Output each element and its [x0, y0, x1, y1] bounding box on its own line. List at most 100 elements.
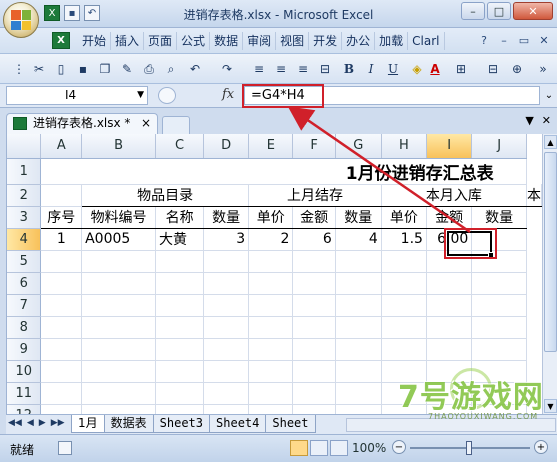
fill-color-icon[interactable]: ◈ — [408, 60, 426, 78]
scroll-up-icon[interactable]: ▲ — [544, 135, 557, 149]
select-all-corner[interactable] — [7, 134, 42, 159]
new-workbook-tab[interactable] — [162, 116, 190, 134]
column-header-f[interactable]: F — [292, 134, 336, 159]
underline-icon[interactable]: U — [384, 60, 402, 78]
cell[interactable] — [155, 272, 205, 295]
cell[interactable] — [81, 272, 157, 295]
font-color-icon[interactable]: A — [426, 60, 444, 78]
save-toolbar-icon[interactable]: ▪ — [74, 60, 92, 78]
cell-b1[interactable] — [81, 158, 156, 185]
cell-b4[interactable]: A0005 — [81, 228, 157, 251]
cell[interactable] — [155, 404, 205, 414]
cell[interactable] — [248, 404, 294, 414]
cell[interactable] — [155, 338, 205, 361]
cell[interactable] — [203, 360, 250, 383]
row-header-5[interactable]: 5 — [7, 250, 42, 273]
row-header-6[interactable]: 6 — [7, 272, 42, 295]
cell[interactable] — [381, 382, 427, 405]
page-layout-view-icon[interactable] — [310, 440, 328, 456]
insert-function-icon[interactable]: fx — [222, 87, 234, 102]
office-button[interactable] — [3, 2, 39, 38]
cell[interactable] — [81, 360, 157, 383]
header-qty-next[interactable]: 数量 — [471, 206, 527, 229]
header-price-last[interactable]: 单价 — [248, 206, 294, 229]
group-this-month-in[interactable]: 本月入库 — [381, 184, 528, 207]
print-preview-icon[interactable]: ⌕ — [162, 60, 180, 78]
tab-insert[interactable]: 插入 — [111, 32, 145, 50]
tab-office[interactable]: 办公 — [342, 32, 376, 50]
cell[interactable] — [40, 382, 83, 405]
tab-home[interactable]: 开始 — [78, 32, 112, 50]
sheet-tab-sheet5[interactable]: Sheet — [265, 415, 316, 433]
formula-expand-icon[interactable]: ⌄ — [543, 87, 555, 104]
cell[interactable] — [203, 272, 250, 295]
borders-icon[interactable]: ⊞ — [452, 60, 470, 78]
bold-icon[interactable]: B — [340, 60, 358, 78]
ribbon-minimize-icon[interactable]: – — [497, 33, 511, 47]
header-seq[interactable]: 序号 — [40, 206, 83, 229]
insert-icon[interactable]: ⊕ — [508, 60, 526, 78]
cell-a2[interactable] — [40, 184, 83, 207]
page-break-view-icon[interactable] — [330, 440, 348, 456]
cell[interactable] — [471, 338, 527, 361]
row-header-8[interactable]: 8 — [7, 316, 42, 339]
cell[interactable] — [426, 294, 473, 317]
cell[interactable] — [426, 360, 473, 383]
group-material-directory[interactable]: 物品目录 — [81, 184, 250, 207]
cell[interactable] — [292, 294, 336, 317]
cell-d1[interactable] — [203, 158, 249, 185]
cell[interactable] — [471, 360, 527, 383]
row-header-4[interactable]: 4 — [7, 228, 42, 251]
cell[interactable] — [155, 316, 205, 339]
row-header-7[interactable]: 7 — [7, 294, 42, 317]
cell[interactable] — [471, 250, 527, 273]
cell[interactable] — [335, 250, 382, 273]
cell[interactable] — [248, 272, 294, 295]
cell[interactable] — [203, 338, 250, 361]
horizontal-scrollbar[interactable] — [346, 418, 556, 432]
sheet-tab-sheet3[interactable]: Sheet3 — [152, 415, 211, 433]
cell[interactable] — [292, 316, 336, 339]
cell[interactable] — [471, 404, 527, 414]
cell-j4[interactable] — [471, 228, 527, 251]
cell[interactable] — [292, 404, 336, 414]
tab-data[interactable]: 数据 — [210, 32, 244, 50]
cell[interactable] — [248, 316, 294, 339]
copy-icon[interactable]: ❐ — [96, 60, 114, 78]
sheet-tab-jan[interactable]: 1月 — [71, 415, 105, 433]
cell[interactable] — [335, 272, 382, 295]
tab-addins[interactable]: 加载 — [375, 32, 409, 50]
cell[interactable] — [248, 360, 294, 383]
vertical-scrollbar[interactable]: ▲ ▼ — [542, 134, 557, 414]
align-left-icon[interactable]: ≡ — [250, 60, 268, 78]
align-center-icon[interactable]: ≡ — [272, 60, 290, 78]
cell[interactable] — [381, 250, 427, 273]
undo-toolbar-icon[interactable]: ↶ — [186, 60, 204, 78]
cell[interactable] — [335, 338, 382, 361]
cell[interactable] — [248, 338, 294, 361]
cell[interactable] — [248, 250, 294, 273]
cell[interactable] — [248, 294, 294, 317]
cell[interactable] — [381, 404, 427, 414]
header-code[interactable]: 物料编号 — [81, 206, 157, 229]
new-icon[interactable]: ▯ — [52, 60, 70, 78]
row-header-1[interactable]: 1 — [7, 158, 42, 185]
row-header-3[interactable]: 3 — [7, 206, 42, 229]
group-next-partial[interactable]: 本 — [526, 184, 542, 207]
cell[interactable] — [203, 316, 250, 339]
header-amount-in[interactable]: 金额 — [426, 206, 473, 229]
cell[interactable] — [155, 382, 205, 405]
cell-a1[interactable] — [40, 158, 82, 185]
sheet-tab-sheet4[interactable]: Sheet4 — [209, 415, 267, 433]
cut-icon[interactable]: ✂ — [30, 60, 48, 78]
help-icon[interactable]: ? — [477, 33, 491, 47]
cell[interactable] — [81, 294, 157, 317]
ribbon-restore-icon[interactable]: ▭ — [517, 33, 531, 47]
first-sheet-icon[interactable]: ◀◀ — [8, 418, 22, 428]
tab-developer[interactable]: 开发 — [309, 32, 343, 50]
chevron-down-icon[interactable]: ▼ — [525, 114, 533, 127]
column-header-j[interactable]: J — [471, 134, 527, 159]
next-sheet-icon[interactable]: ▶ — [39, 418, 46, 428]
cell[interactable] — [40, 294, 83, 317]
cell[interactable] — [335, 294, 382, 317]
